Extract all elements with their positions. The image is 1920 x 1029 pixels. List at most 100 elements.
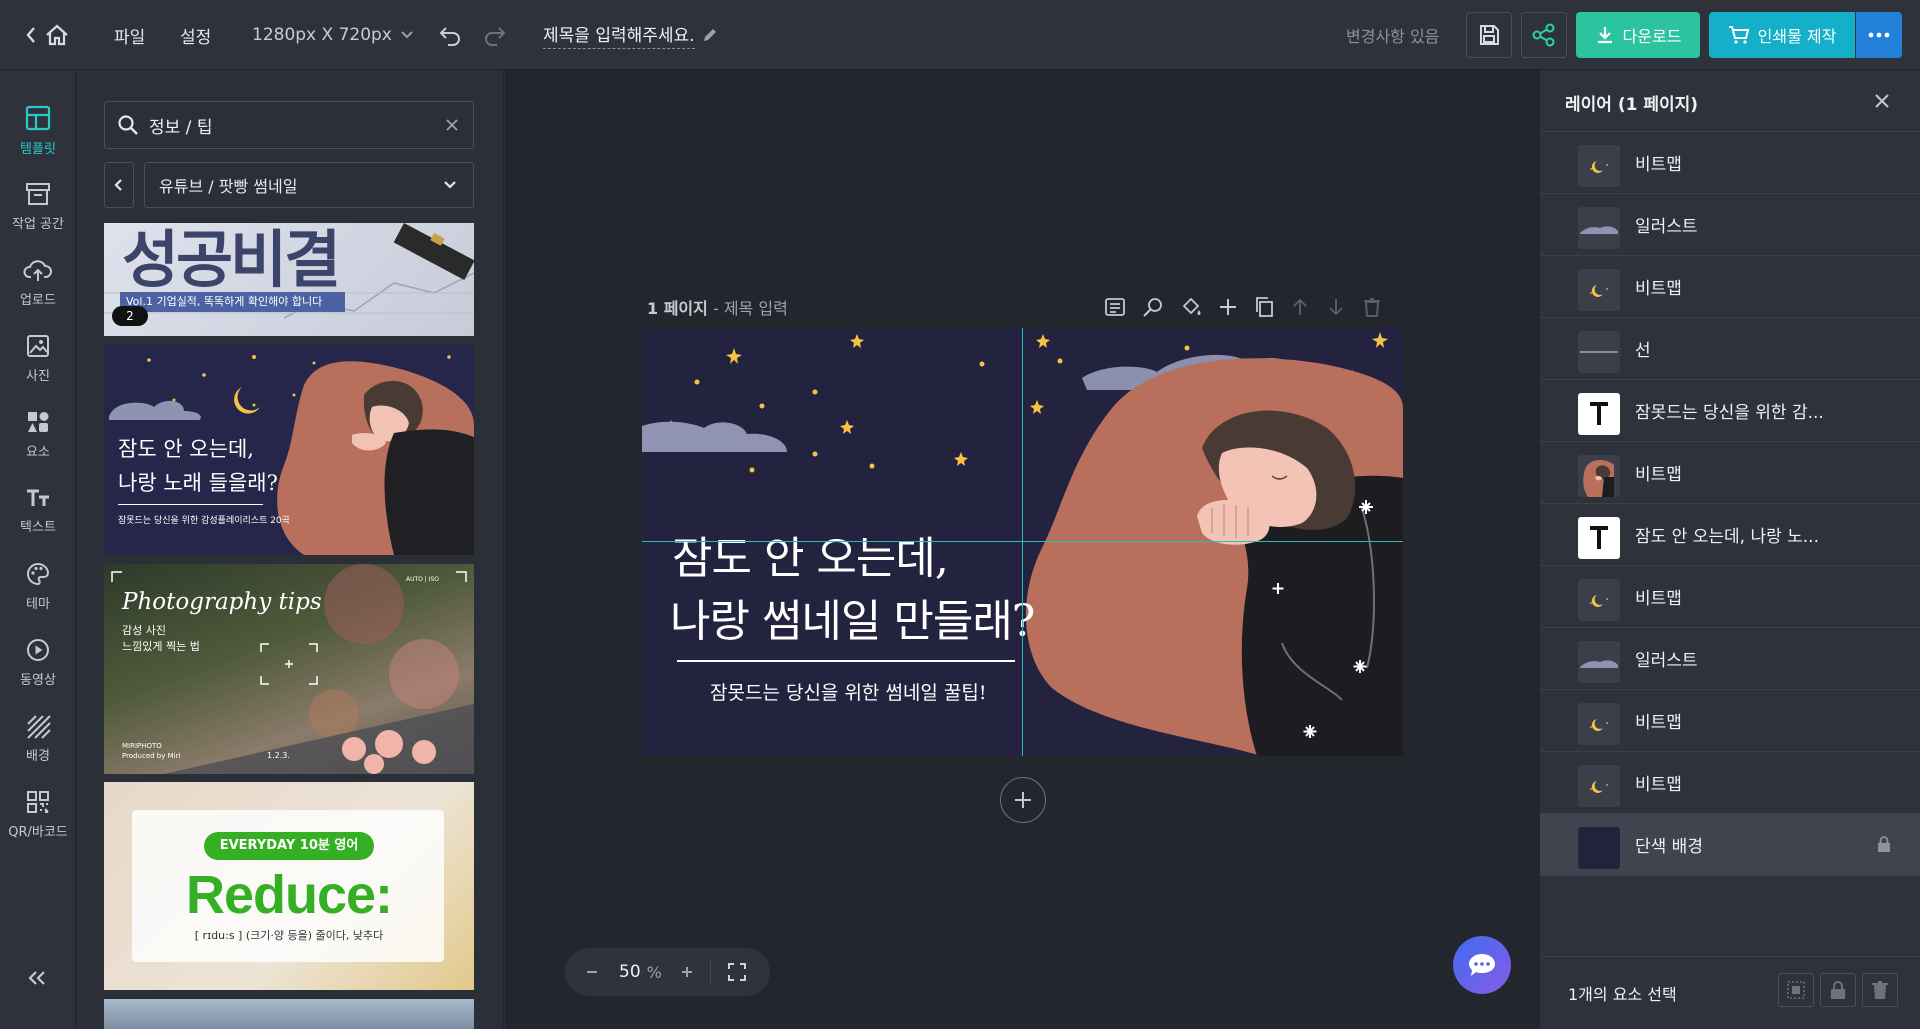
nav-item-template[interactable]: 템플릿: [0, 94, 76, 166]
layer-name: 비트맵: [1635, 465, 1682, 485]
document-title-input[interactable]: 제목을 입력해주세요.: [543, 0, 719, 70]
layer-thumbnail-cloud: [1578, 207, 1620, 249]
redo-icon[interactable]: [483, 0, 507, 70]
undo-icon[interactable]: [438, 0, 462, 70]
vertical-guide-line: [1022, 328, 1023, 756]
template-thumbnail-3[interactable]: Photography tips 감성 사진 느낌있게 찍는 법 MIRIPHO…: [104, 564, 474, 774]
layer-name: 잠도 안 오는데, 나랑 노...: [1635, 527, 1819, 547]
share-button[interactable]: [1521, 12, 1567, 58]
nav-item-background[interactable]: 배경: [0, 702, 76, 774]
layer-row[interactable]: 비트맵: [1540, 566, 1920, 628]
background-icon: [27, 714, 51, 739]
lock-button[interactable]: [1820, 973, 1856, 1007]
template-thumbnail-5[interactable]: [104, 999, 474, 1029]
fit-screen-icon[interactable]: [727, 962, 747, 982]
category-label: 유튜브 / 팟빵 썸네일: [159, 177, 298, 196]
layer-row[interactable]: 비트맵: [1540, 132, 1920, 194]
page-header: 1 페이지 - 제목 입력: [647, 295, 788, 319]
template-search-box[interactable]: 정보 / 팁: [104, 101, 474, 149]
delete-page-icon[interactable]: [1362, 297, 1382, 317]
layer-row[interactable]: 일러스트: [1540, 628, 1920, 690]
zoom-in-icon[interactable]: [680, 965, 694, 979]
selection-count: 1개의 요소 선택: [1568, 985, 1677, 1004]
layer-row[interactable]: 선: [1540, 318, 1920, 380]
add-page-icon[interactable]: [1218, 297, 1238, 317]
more-button[interactable]: [1856, 12, 1902, 58]
print-button[interactable]: 인쇄물 제작: [1709, 12, 1855, 58]
menu-settings[interactable]: 설정: [180, 0, 211, 70]
canvas-headline-1[interactable]: 잠도 안 오는데,: [672, 522, 949, 586]
magic-search-icon[interactable]: [1142, 296, 1164, 318]
nav-item-upload[interactable]: 업로드: [0, 246, 76, 318]
collapse-panel-icon[interactable]: [26, 970, 48, 986]
layer-row[interactable]: 일러스트: [1540, 194, 1920, 256]
close-icon[interactable]: [1874, 93, 1890, 109]
zoom-value[interactable]: 50: [619, 962, 641, 982]
nav-item-text[interactable]: 텍스트: [0, 474, 76, 546]
layer-thumbnail-person: [1578, 455, 1620, 497]
layer-thumbnail-text: [1578, 393, 1620, 435]
group-button[interactable]: [1778, 973, 1814, 1007]
layer-row[interactable]: 비트맵: [1540, 256, 1920, 318]
canvas-subline[interactable]: 잠못드는 당신을 위한 썸네일 꿀팁!: [710, 678, 987, 705]
download-button[interactable]: 다운로드: [1576, 12, 1700, 58]
design-canvas[interactable]: 잠도 안 오는데, 나랑 썸네일 만들래? 잠못드는 당신을 위한 썸네일 꿀팁…: [642, 328, 1403, 756]
upload-icon: [23, 259, 52, 281]
template-thumbnail-2[interactable]: 잠도 안 오는데, 나랑 노래 들을래? 잠못드는 당신을 위한 감성플레이리스…: [104, 345, 474, 555]
nav-label: 사진: [26, 368, 50, 384]
chevron-down-icon: [401, 31, 413, 39]
layer-panel-header: 레이어 (1 페이지): [1540, 70, 1920, 132]
nav-item-workspace[interactable]: 작업 공간: [0, 170, 76, 242]
layer-panel-footer: 1개의 요소 선택: [1540, 956, 1920, 1029]
nav-label: 업로드: [20, 292, 56, 308]
nav-item-video[interactable]: 동영상: [0, 626, 76, 698]
layer-thumbnail-solid: [1578, 827, 1620, 869]
fill-bucket-icon[interactable]: [1180, 296, 1202, 318]
template-subline: Vol.1 기업실적, 똑똑하게 확인해야 합니다: [120, 292, 345, 312]
layer-thumbnail-moon: [1578, 269, 1620, 311]
template-thumbnail-4[interactable]: EVERYDAY 10분 영어 Reduce: [ rɪdu:s ] (크기·양…: [104, 782, 474, 990]
zoom-out-icon[interactable]: [585, 965, 599, 979]
nav-item-theme[interactable]: 테마: [0, 550, 76, 622]
delete-layer-button[interactable]: [1862, 973, 1898, 1007]
canvas-headline-2[interactable]: 나랑 썸네일 만들래?: [670, 585, 1035, 649]
layer-row[interactable]: 잠도 안 오는데, 나랑 노...: [1540, 504, 1920, 566]
text-icon: [27, 489, 49, 506]
home-icon[interactable]: [44, 0, 70, 70]
category-dropdown[interactable]: 유튜브 / 팟빵 썸네일: [144, 162, 474, 208]
layer-row[interactable]: 단색 배경: [1540, 814, 1920, 876]
notes-icon[interactable]: [1104, 297, 1126, 317]
nav-item-photo[interactable]: 사진: [0, 322, 76, 394]
back-icon[interactable]: [24, 0, 38, 70]
canvas-size-dropdown[interactable]: 1280px X 720px: [252, 0, 414, 70]
moon-icon: [896, 378, 950, 442]
add-page-button[interactable]: [1000, 777, 1046, 823]
layer-row[interactable]: 잠못드는 당신을 위한 감...: [1540, 380, 1920, 442]
layer-name: 비트맵: [1635, 713, 1682, 733]
layer-name: 일러스트: [1635, 217, 1698, 237]
layer-row[interactable]: 비트맵: [1540, 752, 1920, 814]
clear-search-icon[interactable]: [445, 118, 459, 132]
page-label: 1 페이지: [647, 299, 708, 318]
nav-item-elements[interactable]: 요소: [0, 398, 76, 470]
move-up-icon[interactable]: [1290, 297, 1310, 317]
layer-row[interactable]: 비트맵: [1540, 690, 1920, 752]
duplicate-page-icon[interactable]: [1254, 296, 1274, 318]
nav-label: 작업 공간: [12, 216, 64, 232]
layer-row[interactable]: 비트맵: [1540, 442, 1920, 504]
move-down-icon[interactable]: [1326, 297, 1346, 317]
menu-file[interactable]: 파일: [114, 0, 145, 70]
category-back-button[interactable]: [104, 162, 134, 208]
search-icon: [118, 115, 138, 135]
chevron-left-icon: [114, 179, 122, 191]
workspace-icon: [26, 182, 50, 205]
nav-item-qr[interactable]: QR/바코드: [0, 778, 76, 850]
layer-locked-icon[interactable]: [1876, 835, 1892, 853]
page-subtitle[interactable]: - 제목 입력: [713, 299, 788, 318]
template-thumbnail-1[interactable]: 성공비결 Vol.1 기업실적, 똑똑하게 확인해야 합니다 2: [104, 223, 474, 336]
canvas-divider-line[interactable]: [677, 660, 1015, 662]
chat-support-button[interactable]: [1453, 936, 1511, 994]
save-button[interactable]: [1466, 12, 1512, 58]
template-word: Reduce:: [185, 865, 393, 925]
elements-icon: [28, 411, 49, 432]
